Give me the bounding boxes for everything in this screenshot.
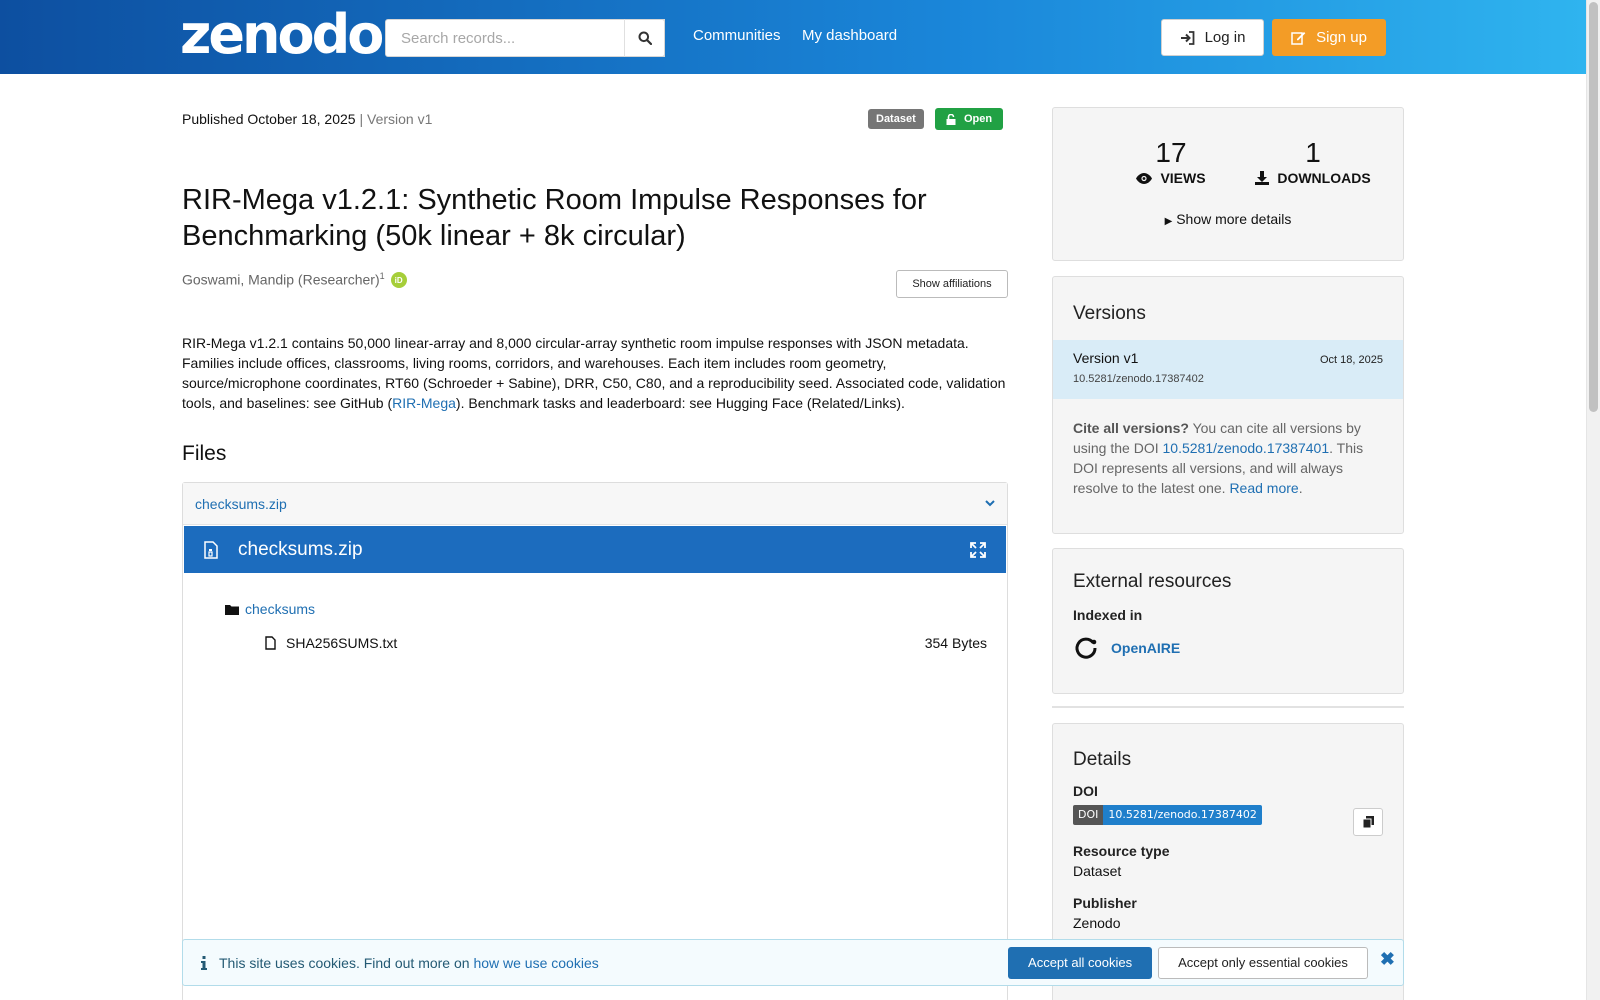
page-scrollbar[interactable] <box>1586 0 1600 1000</box>
file-icon <box>265 636 276 650</box>
folder-item[interactable]: checksums <box>225 601 315 617</box>
access-label: Open <box>963 113 993 125</box>
github-link[interactable]: RIR-Mega <box>392 395 456 411</box>
folder-name[interactable]: checksums <box>245 601 315 617</box>
cite-all-versions: Cite all versions? You can cite all vers… <box>1073 420 1364 496</box>
divider <box>1052 706 1404 708</box>
indexed-in-label: Indexed in <box>1073 607 1143 623</box>
external-heading: External resources <box>1073 571 1232 592</box>
sign-in-icon <box>1180 30 1194 45</box>
nav-my-dashboard[interactable]: My dashboard <box>802 27 897 44</box>
doi-label: DOI <box>1073 783 1098 799</box>
resource-type-value: Dataset <box>1073 863 1122 879</box>
login-label: Log in <box>1204 29 1246 46</box>
openaire-link[interactable]: OpenAIRE <box>1073 635 1383 661</box>
read-more-link[interactable]: Read more <box>1229 480 1298 496</box>
preview-file-name: checksums.zip <box>238 538 363 560</box>
details-heading: Details <box>1073 749 1132 770</box>
versions-card: Versions Version v1 Oct 18, 2025 10.5281… <box>1052 276 1404 534</box>
version-item[interactable]: Version v1 Oct 18, 2025 10.5281/zenodo.1… <box>1053 340 1403 399</box>
search-button[interactable] <box>624 19 665 57</box>
file-archive-icon <box>204 540 218 559</box>
doi-badge[interactable]: DOI 10.5281/zenodo.17387402 <box>1073 805 1262 825</box>
copy-doi-button[interactable] <box>1353 808 1383 836</box>
files-accordion-title[interactable]: checksums.zip <box>195 496 287 512</box>
edit-icon <box>1291 32 1306 45</box>
file-preview-bar: checksums.zip <box>184 526 1006 573</box>
openaire-icon <box>1075 637 1097 659</box>
files-heading: Files <box>182 442 227 465</box>
expand-icon[interactable] <box>970 541 986 558</box>
record-title: RIR-Mega v1.2.1: Synthetic Room Impulse … <box>182 184 927 252</box>
accept-essential-cookies-button[interactable]: Accept only essential cookies <box>1158 946 1368 979</box>
signup-button[interactable]: Sign up <box>1272 19 1386 56</box>
file-item: SHA256SUMS.txt <box>265 635 397 651</box>
stats-card: 17 VIEWS 1 DOWNLOADS ▶ Show more details <box>1052 107 1404 261</box>
resource-type-label: Resource type <box>1073 843 1170 859</box>
scrollbar-thumb[interactable] <box>1589 2 1598 412</box>
cookie-message: This site uses cookies. Find out more on… <box>219 954 599 971</box>
copy-icon <box>1362 816 1374 828</box>
access-badge: Open <box>935 108 1003 130</box>
downloads-label: DOWNLOADS <box>1277 170 1371 186</box>
version-doi: 10.5281/zenodo.17387402 <box>1073 373 1204 385</box>
info-icon <box>201 955 207 970</box>
download-icon <box>1255 171 1270 185</box>
version-label: Version v1 <box>367 111 433 127</box>
downloads-count: 1 <box>1305 137 1321 168</box>
signup-label: Sign up <box>1316 29 1367 46</box>
file-size: 354 Bytes <box>924 635 987 651</box>
versions-heading: Versions <box>1073 303 1146 324</box>
publisher-label: Publisher <box>1073 895 1137 911</box>
creator-list: Goswami, Mandip (Researcher)1 iD <box>182 271 407 288</box>
zenodo-logo[interactable]: zenodo <box>180 6 384 64</box>
files-accordion-header[interactable]: checksums.zip <box>183 483 1007 525</box>
views-label: VIEWS <box>1160 170 1206 186</box>
views-count: 17 <box>1155 137 1187 168</box>
accept-all-cookies-button[interactable]: Accept all cookies <box>1008 946 1153 979</box>
record-description: RIR-Mega v1.2.1 contains 50,000 linear-a… <box>182 335 1006 411</box>
files-panel: checksums.zip checksums.zip checksums SH… <box>182 482 1008 1000</box>
separator: | <box>359 111 364 127</box>
version-date: Oct 18, 2025 <box>1320 354 1383 366</box>
nav-communities[interactable]: Communities <box>693 27 781 44</box>
views-stat: 17 VIEWS <box>1111 138 1231 186</box>
orcid-icon[interactable]: iD <box>390 272 407 288</box>
close-icon[interactable]: ✖ <box>1380 949 1395 970</box>
show-more-details[interactable]: ▶ Show more details <box>1053 211 1403 227</box>
publication-info: Published October 18, 2025 | Version v1 <box>182 111 432 127</box>
creator-name[interactable]: Goswami, Mandip (Researcher)1 <box>182 271 385 288</box>
unlock-icon <box>946 113 956 125</box>
caret-right-icon: ▶ <box>1164 216 1173 227</box>
cookie-banner: This site uses cookies. Find out more on… <box>182 939 1404 986</box>
search-icon <box>638 31 652 45</box>
top-navbar: zenodo Communities My dashboard Log in S… <box>0 0 1586 74</box>
concept-doi-link[interactable]: 10.5281/zenodo.17387401 <box>1163 440 1330 456</box>
publisher-value: Zenodo <box>1073 915 1121 931</box>
external-resources-card: External resources Indexed in OpenAIRE <box>1052 548 1404 694</box>
file-name: SHA256SUMS.txt <box>286 635 398 651</box>
search-input[interactable] <box>385 19 665 57</box>
chevron-down-icon[interactable] <box>985 500 995 507</box>
eye-icon <box>1136 172 1153 184</box>
downloads-stat: 1 DOWNLOADS <box>1243 138 1383 186</box>
affiliation-number: 1 <box>379 271 385 281</box>
cookie-policy-link[interactable]: how we use cookies <box>473 955 598 971</box>
folder-icon <box>225 604 239 615</box>
published-date: Published October 18, 2025 <box>182 111 356 127</box>
login-button[interactable]: Log in <box>1161 19 1264 56</box>
show-affiliations-button[interactable]: Show affiliations <box>896 270 1008 298</box>
resource-type-badge: Dataset <box>868 109 924 129</box>
